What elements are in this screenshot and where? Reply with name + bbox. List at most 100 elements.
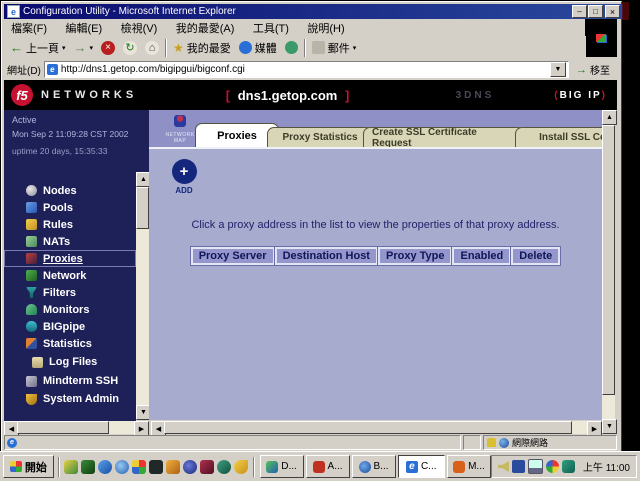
status-pane-zone: 網際網路	[483, 435, 617, 450]
sidebar-item-proxies[interactable]: Proxies	[4, 250, 136, 267]
quicklaunch-icon[interactable]	[81, 460, 95, 474]
link-bigip[interactable]: (BIG IP)	[554, 90, 607, 101]
history-button[interactable]	[281, 38, 302, 58]
menu-help[interactable]: 說明(H)	[300, 19, 351, 37]
go-button[interactable]: → 移至	[572, 62, 614, 78]
taskbar-task-5[interactable]: M...	[447, 455, 491, 478]
ie-throbber-logo	[585, 19, 617, 57]
quicklaunch-icon[interactable]	[217, 460, 231, 474]
window-title: Configuration Utility - Microsoft Intern…	[23, 6, 236, 17]
status-page-icon: e	[7, 438, 17, 448]
sidebar-item-system-admin[interactable]: System Admin	[4, 390, 136, 408]
column-header-delete[interactable]: Delete	[511, 247, 560, 265]
toolbar-separator	[165, 39, 167, 57]
maximize-button[interactable]: □	[588, 5, 603, 18]
sidebar-item-label: Log Files	[49, 356, 97, 368]
task-label: M...	[468, 461, 485, 472]
tab-create-ssl-certificate-request[interactable]: Create SSL Certificate Request	[363, 127, 525, 147]
column-header-destination-host[interactable]: Destination Host	[275, 247, 378, 265]
sidebar-item-log-files[interactable]: Log Files	[4, 352, 136, 372]
taskbar-task-3[interactable]: B...	[352, 455, 396, 478]
sidebar-filler	[136, 110, 149, 172]
quicklaunch-icon[interactable]	[234, 460, 248, 474]
sidebar-item-label: BIGpipe	[43, 321, 85, 333]
quicklaunch-icon[interactable]	[115, 460, 129, 474]
tray-icon[interactable]	[512, 460, 525, 473]
column-header-enabled[interactable]: Enabled	[452, 247, 511, 265]
favorites-button[interactable]: ★ 我的最愛	[169, 38, 235, 58]
menu-file[interactable]: 檔案(F)	[4, 19, 54, 37]
quicklaunch-icon[interactable]	[64, 460, 78, 474]
toolbar-separator	[304, 39, 306, 57]
sidebar-item-statistics[interactable]: Statistics	[4, 335, 136, 352]
stop-button[interactable]: ×	[97, 38, 119, 58]
sidebar-item-pools[interactable]: Pools	[4, 199, 136, 216]
volume-icon[interactable]	[498, 461, 509, 472]
main-horizontal-scrollbar[interactable]: ◀ ▶	[151, 421, 602, 434]
add-label: ADD	[169, 186, 199, 195]
menu-tools[interactable]: 工具(T)	[246, 19, 296, 37]
quicklaunch-icon[interactable]	[132, 460, 146, 474]
home-button[interactable]: ⌂	[141, 38, 163, 58]
quicklaunch-icon[interactable]	[200, 460, 214, 474]
add-icon: +	[172, 159, 197, 184]
taskbar-clock[interactable]: 上午 11:00	[583, 459, 630, 474]
sidebar-item-filters[interactable]: Filters	[4, 284, 136, 301]
sidebar: Active Mon Sep 2 11:09:28 CST 2002 uptim…	[4, 110, 136, 421]
task-label: B...	[374, 461, 389, 472]
quicklaunch-icon[interactable]	[183, 460, 197, 474]
forward-button[interactable]: → ▾	[70, 38, 98, 58]
address-dropdown-button[interactable]: ▼	[550, 62, 566, 77]
taskbar-task-4-active[interactable]: e C...	[398, 455, 445, 478]
mail-icon	[312, 41, 325, 54]
f5-networks-wordmark: NETWORKS	[41, 89, 137, 101]
title-bar[interactable]: e Configuration Utility - Microsoft Inte…	[4, 4, 623, 19]
favorites-label: 我的最愛	[187, 40, 231, 56]
system-admin-icon	[26, 394, 37, 405]
bracket-right: ]	[345, 88, 349, 103]
sidebar-item-rules[interactable]: Rules	[4, 216, 136, 233]
quicklaunch-icon[interactable]	[149, 460, 163, 474]
task-label: C...	[421, 461, 437, 472]
start-button[interactable]: 開始	[3, 455, 54, 478]
tab-install-ssl-certificate[interactable]: Install SSL Certif	[515, 127, 602, 147]
nats-icon	[26, 236, 37, 247]
address-input[interactable]: e http://dns1.getop.com/bigipgui/bigconf…	[44, 61, 569, 78]
back-button[interactable]: ← 上一頁 ▾	[6, 38, 70, 58]
sidebar-item-mindterm-ssh[interactable]: Mindterm SSH	[4, 372, 136, 390]
sidebar-item-nodes[interactable]: Nodes	[4, 182, 136, 199]
menu-edit[interactable]: 編輯(E)	[59, 19, 110, 37]
tray-icon[interactable]	[546, 460, 559, 473]
refresh-icon: ↻	[123, 41, 137, 55]
link-3dns[interactable]: 3DNS	[456, 90, 495, 101]
display-settings-icon[interactable]	[528, 459, 543, 474]
taskbar-task-2[interactable]: A...	[306, 455, 350, 478]
column-header-proxy-server[interactable]: Proxy Server	[191, 247, 275, 265]
mail-button[interactable]: 郵件 ▾	[308, 38, 361, 58]
task-icon: e	[406, 461, 418, 473]
media-button[interactable]: 媒體	[235, 38, 281, 58]
sidebar-horizontal-scrollbar[interactable]: ◀ ▶	[4, 421, 149, 434]
refresh-button[interactable]: ↻	[119, 38, 141, 58]
sidebar-item-bigpipe[interactable]: BIGpipe	[4, 318, 136, 335]
tray-icon[interactable]	[562, 460, 575, 473]
sidebar-item-label: Statistics	[43, 338, 92, 350]
sidebar-item-label: Mindterm SSH	[43, 375, 118, 387]
quicklaunch-icon[interactable]	[166, 460, 180, 474]
menu-view[interactable]: 檢視(V)	[114, 19, 165, 37]
menu-favorites[interactable]: 我的最愛(A)	[169, 19, 242, 37]
tab-proxy-statistics[interactable]: Proxy Statistics	[267, 127, 373, 147]
sidebar-item-network[interactable]: Network	[4, 267, 136, 284]
add-button[interactable]: + ADD	[169, 159, 199, 195]
quicklaunch-icon[interactable]	[98, 460, 112, 474]
minimize-button[interactable]: –	[572, 5, 587, 18]
sidebar-item-monitors[interactable]: Monitors	[4, 301, 136, 318]
column-header-proxy-type[interactable]: Proxy Type	[378, 247, 453, 265]
back-icon: ←	[10, 40, 23, 55]
taskbar-task-1[interactable]: D...	[260, 455, 304, 478]
sidebar-item-nats[interactable]: NATs	[4, 233, 136, 250]
main-vertical-scrollbar[interactable]: ▲ ▼	[602, 110, 615, 434]
sidebar-vertical-scrollbar[interactable]: ▲ ▼	[136, 172, 149, 420]
network-map-button[interactable]: NETWORK MAP	[161, 114, 199, 144]
close-button[interactable]: ×	[605, 5, 620, 18]
